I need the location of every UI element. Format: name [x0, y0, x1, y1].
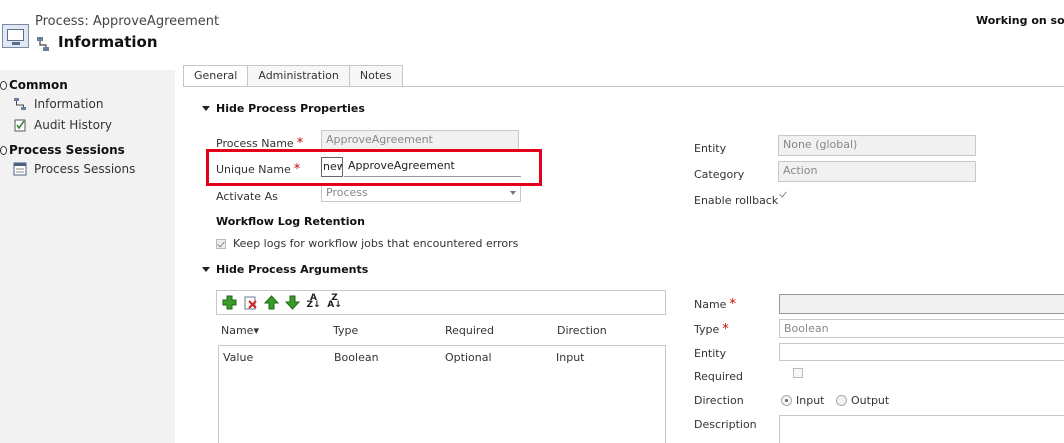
enable-rollback-checkbox[interactable] [779, 190, 789, 200]
entity-label: Entity [694, 142, 727, 155]
category-field: Action [778, 161, 976, 182]
solution-status: Working on solu [976, 14, 1064, 27]
cell-name: Value [223, 351, 254, 364]
hide-process-properties-toggle[interactable]: Hide Process Properties [202, 102, 365, 115]
enable-rollback-label: Enable rollback [694, 194, 779, 207]
direction-output-option[interactable]: Output [836, 394, 889, 407]
direction-input-radio[interactable] [781, 395, 792, 406]
argument-description-label: Description [694, 418, 757, 431]
column-header-name[interactable]: Name▾ [221, 324, 259, 337]
keep-logs-option[interactable]: Keep logs for workflow jobs that encount… [216, 237, 518, 250]
sessions-icon [13, 162, 27, 176]
arguments-toolbar: A Z↓ Z A↓ [216, 290, 666, 315]
process-title: Process: ApproveAgreement [35, 14, 220, 29]
nav-group-common[interactable]: Common [0, 78, 68, 92]
nav-item-audit-history[interactable]: Audit History [13, 118, 112, 132]
collapse-icon [0, 81, 7, 90]
entity-field: None (global) [778, 135, 976, 156]
argument-description-textarea[interactable] [779, 415, 1064, 443]
argument-direction-label: Direction [694, 394, 744, 407]
nav-item-process-sessions[interactable]: Process Sessions [13, 162, 135, 176]
argument-required-checkbox[interactable] [792, 368, 803, 378]
column-header-required[interactable]: Required [445, 324, 494, 337]
tab-general[interactable]: General [183, 65, 249, 87]
argument-name-input[interactable] [779, 294, 1064, 314]
move-up-icon[interactable] [264, 295, 279, 310]
caret-down-icon [202, 106, 210, 111]
argument-type-label: Type * [694, 322, 729, 337]
highlight-box [206, 149, 542, 186]
process-name-field[interactable]: ApproveAgreement [321, 130, 519, 150]
required-asterisk: * [722, 322, 729, 337]
keep-logs-checkbox[interactable] [216, 238, 226, 249]
argument-name-label: Name * [694, 297, 736, 312]
workflow-log-retention-title: Workflow Log Retention [216, 215, 365, 228]
sort-ascending-icon[interactable]: A Z↓ [306, 294, 321, 310]
delete-icon[interactable] [243, 295, 258, 310]
hide-process-arguments-toggle[interactable]: Hide Process Arguments [202, 263, 368, 276]
flow-icon [14, 98, 26, 110]
column-header-direction[interactable]: Direction [557, 324, 607, 337]
argument-type-select[interactable]: Boolean [779, 319, 1064, 338]
nav-item-information[interactable]: Information [13, 97, 103, 111]
column-header-type[interactable]: Type [333, 324, 358, 337]
table-row[interactable]: Value Boolean Optional Input [219, 346, 665, 368]
left-navigation: Common Information Audit History Process… [0, 70, 175, 443]
process-window-icon [2, 24, 29, 48]
move-down-icon[interactable] [285, 295, 300, 310]
activate-as-label: Activate As [216, 190, 278, 203]
tab-administration[interactable]: Administration [247, 65, 350, 87]
sort-descending-icon[interactable]: Z A↓ [327, 294, 342, 310]
activate-as-select[interactable]: Process [321, 186, 521, 202]
direction-output-radio[interactable] [836, 395, 847, 406]
argument-entity-select[interactable] [779, 343, 1064, 361]
cell-required: Optional [445, 351, 492, 364]
add-icon[interactable] [222, 295, 237, 310]
direction-input-option[interactable]: Input [781, 394, 824, 407]
cell-direction: Input [556, 351, 585, 364]
flow-icon [37, 37, 49, 51]
caret-down-icon [202, 267, 210, 272]
nav-group-process-sessions[interactable]: Process Sessions [0, 143, 125, 157]
category-label: Category [694, 168, 745, 181]
page-title: Information [58, 33, 158, 51]
tab-divider [183, 86, 1064, 87]
tab-notes[interactable]: Notes [348, 65, 403, 87]
cell-type: Boolean [334, 351, 379, 364]
tab-bar: General Administration Notes [183, 65, 403, 87]
chevron-down-icon [510, 191, 516, 195]
audit-icon [14, 119, 26, 132]
required-asterisk: * [729, 297, 736, 312]
argument-entity-label: Entity [694, 347, 727, 360]
argument-required-label: Required [694, 370, 743, 383]
collapse-icon [0, 146, 7, 155]
